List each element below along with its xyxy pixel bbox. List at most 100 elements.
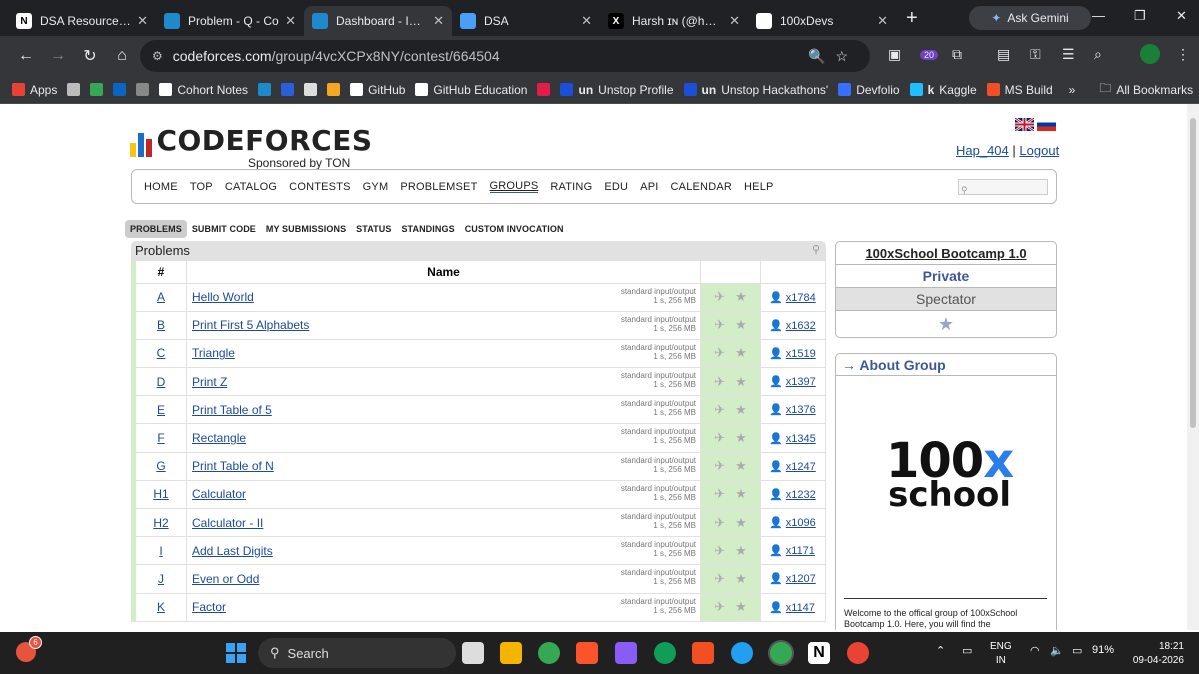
english-flag-icon[interactable] [1015,118,1034,131]
submit-icon[interactable]: ✈ [714,374,725,389]
tab-close-icon[interactable]: ✕ [877,13,888,29]
solved-count-link[interactable]: x1345 [786,433,816,445]
browser-tab-1[interactable]: Problem - Q - Co ✕ [156,6,304,36]
subnav-problems[interactable]: PROBLEMS [125,220,187,238]
submit-icon[interactable]: ✈ [714,486,725,501]
subnav-my-submissions[interactable]: MY SUBMISSIONS [261,220,351,238]
wifi-icon[interactable]: ◠ [1030,644,1040,657]
favourite-star-icon[interactable]: ★ [735,374,747,389]
site-info-icon[interactable]: ⚙ [152,49,163,63]
cast-icon[interactable]: ▣ [888,46,901,63]
menu-item-edu[interactable]: EDU [604,181,628,193]
tab-search-icon[interactable]: ⌕ [1094,46,1102,63]
browser-tab-0[interactable]: N DSA Resources | N ✕ [8,6,156,36]
tray-app-icon[interactable]: ▭ [962,644,972,657]
tray-chevron-icon[interactable]: ⌃ [936,644,945,657]
favourite-star-icon[interactable]: ★ [735,345,747,360]
problem-index-link[interactable]: C [157,346,166,360]
bookmark-10[interactable]: GitHub [350,83,405,97]
bookmark-13[interactable]: un Unstop Profile [560,83,674,97]
solved-count-link[interactable]: x1171 [786,545,815,557]
notes-icon[interactable]: ☰ [1062,46,1075,63]
tab-close-icon[interactable]: ✕ [729,13,740,29]
bookmark-11[interactable]: GitHub Education [415,83,527,97]
problem-name-link[interactable]: Add Last Digits [192,544,273,558]
zoom-bookmark-icons[interactable]: 🔍☆ [808,48,858,65]
solved-count-link[interactable]: x1096 [786,517,816,529]
problem-index-link[interactable]: K [157,600,165,614]
notion-icon[interactable]: N [808,642,830,664]
tab-close-icon[interactable]: ✕ [137,13,148,29]
menu-icon[interactable]: ⋮ [1176,46,1190,63]
subnav-standings[interactable]: STANDINGS [396,220,459,238]
bookmark-14[interactable]: un Unstop Hackathons' [683,83,828,97]
problem-index-link[interactable]: G [156,459,165,473]
solved-count-link[interactable]: x1397 [786,376,816,388]
bookmark-16[interactable]: k Kaggle [909,83,977,97]
menu-item-catalog[interactable]: CATALOG [225,181,277,193]
profile-avatar[interactable] [1140,44,1160,64]
minimize-icon[interactable]: — [1092,8,1105,23]
favourite-star-icon[interactable]: ★ [735,543,747,558]
bookmark-8[interactable] [304,83,318,96]
submit-icon[interactable]: ✈ [714,289,725,304]
close-window-icon[interactable]: ✕ [1176,8,1187,24]
solved-count-link[interactable]: x1519 [786,348,816,360]
favourite-star-icon[interactable]: ★ [735,289,747,304]
battery-icon[interactable]: ▭ [1072,644,1082,657]
bookmark-5[interactable]: Cohort Notes [159,83,248,97]
chrome-profile-icon[interactable] [847,642,869,664]
problem-name-link[interactable]: Rectangle [192,431,246,445]
copilot-icon[interactable] [615,642,637,664]
maximize-icon[interactable]: ❐ [1134,8,1146,24]
volume-icon[interactable]: 🔈 [1050,644,1064,657]
submit-icon[interactable]: ✈ [714,599,725,614]
menu-item-problemset[interactable]: PROBLEMSET [400,181,477,193]
problem-name-link[interactable]: Even or Odd [192,572,259,586]
submit-icon[interactable]: ✈ [714,515,725,530]
home-icon[interactable]: ⌂ [106,47,138,65]
all-bookmarks[interactable]: 🗀 All Bookmarks [1099,79,1193,100]
problem-index-link[interactable]: A [157,290,165,304]
tab-close-icon[interactable]: ✕ [285,13,296,29]
taskbar-search[interactable]: ⚲ Search [258,638,456,668]
tab-close-icon[interactable]: ✕ [433,13,444,29]
clock[interactable]: 18:21 09-04-2026 [1128,640,1184,668]
problem-index-link[interactable]: F [157,431,164,445]
bookmark-9[interactable] [327,83,341,96]
solved-count-link[interactable]: x1207 [786,573,816,585]
subnav-custom-invocation[interactable]: CUSTOM INVOCATION [460,220,569,238]
back-icon[interactable]: ← [10,47,42,65]
reading-list-icon[interactable]: ▤ [997,46,1010,63]
menu-item-home[interactable]: HOME [144,181,178,193]
chrome-icon[interactable] [538,642,560,664]
bookmark-15[interactable]: Devfolio [838,83,900,97]
problem-index-link[interactable]: B [157,318,165,332]
bookmark-12[interactable] [537,83,551,96]
problem-name-link[interactable]: Triangle [192,346,235,360]
reload-icon[interactable]: ↻ [74,46,106,66]
bookmark-0[interactable]: Apps [12,83,57,97]
bookmark-17[interactable]: MS Build [986,83,1053,97]
bookmark-3[interactable] [113,83,127,96]
widgets-icon[interactable]: 6 [16,636,42,662]
page-scrollbar[interactable] [1187,104,1199,630]
favourite-star-icon[interactable]: ★ [735,515,747,530]
problem-index-link[interactable]: E [157,403,165,417]
solved-count-link[interactable]: x1247 [786,461,816,473]
problem-name-link[interactable]: Print Table of N [192,459,274,473]
language-indicator[interactable]: ENG IN [990,640,1012,668]
forward-icon[interactable]: → [42,47,74,65]
problem-index-link[interactable]: I [159,544,162,558]
problem-name-link[interactable]: Print First 5 Alphabets [192,318,309,332]
browser-tab-3[interactable]: DSA ✕ [452,6,600,36]
start-button[interactable] [226,643,246,663]
solved-count-link[interactable]: x1147 [786,602,815,614]
submit-icon[interactable]: ✈ [714,543,725,558]
task-view-icon[interactable] [462,642,484,664]
chrome-active-icon[interactable] [770,642,792,664]
submit-icon[interactable]: ✈ [714,571,725,586]
submit-icon[interactable]: ✈ [714,430,725,445]
menu-item-groups[interactable]: GROUPS [489,180,539,193]
problem-name-link[interactable]: Calculator [192,487,246,501]
